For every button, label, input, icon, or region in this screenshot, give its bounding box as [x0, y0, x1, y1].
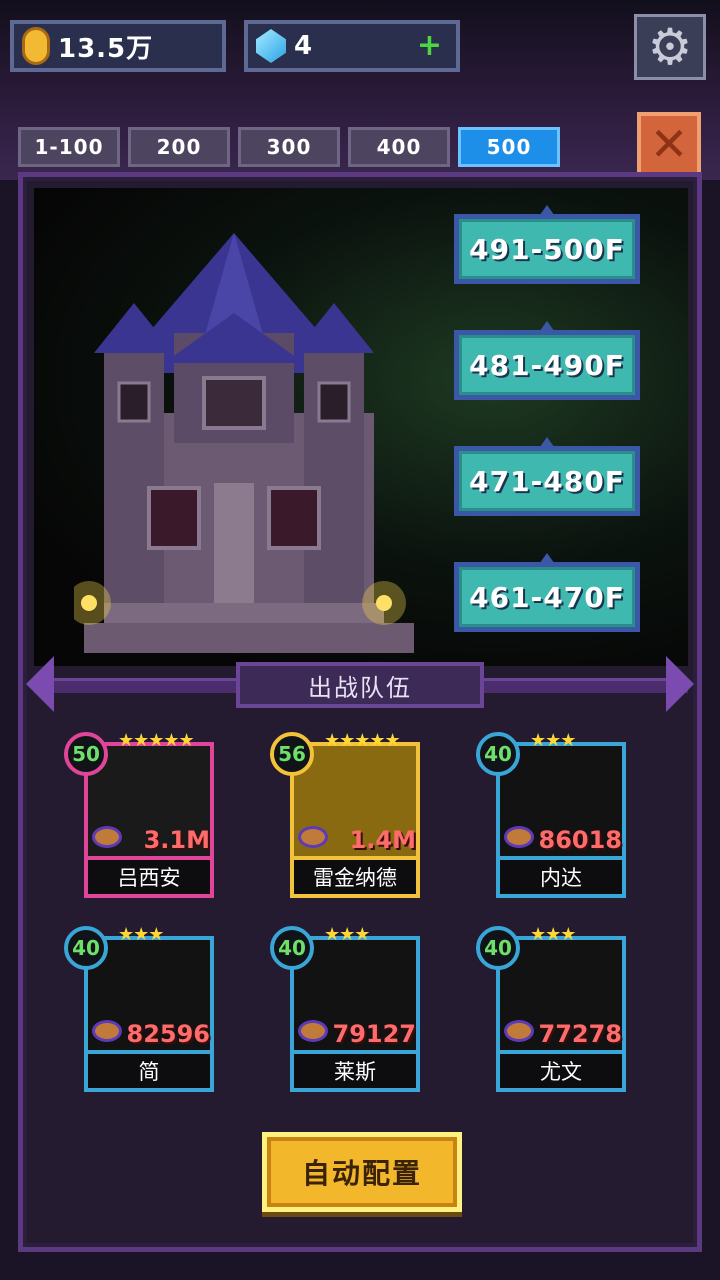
hero-card[interactable]: 莱斯 40 ★★★ 79127 — [266, 924, 426, 1098]
hero-name: 莱斯 — [290, 1054, 420, 1092]
tab-500[interactable]: 500 — [458, 127, 560, 167]
floor-button-461-470[interactable]: 461-470F — [454, 562, 640, 632]
hero-card[interactable]: 简 40 ★★★ 82596 — [60, 924, 220, 1098]
hero-name: 吕西安 — [84, 860, 214, 898]
haunted-mansion-illustration — [74, 233, 414, 653]
hero-star-rating: ★★★ — [530, 924, 576, 945]
hero-star-rating: ★★★★★ — [324, 730, 401, 751]
floor-button-471-480[interactable]: 471-480F — [454, 446, 640, 516]
hero-name: 雷金纳德 — [290, 860, 420, 898]
gold-amount: 13.5万 — [58, 33, 154, 64]
combat-power-icon — [504, 1020, 534, 1042]
floor-button-481-490[interactable]: 481-490F — [454, 330, 640, 400]
hero-level-badge: 40 — [270, 926, 314, 970]
hero-level-badge: 50 — [64, 732, 108, 776]
combat-power-icon — [92, 826, 122, 848]
hero-name: 内达 — [496, 860, 626, 898]
hero-combat-power: 3.1M — [143, 826, 210, 854]
hero-combat-power: 77278 — [538, 1020, 623, 1048]
gold-counter: 13.5万 — [10, 20, 226, 72]
combat-power-icon — [504, 826, 534, 848]
hero-level-badge: 40 — [476, 926, 520, 970]
hero-level-badge: 40 — [64, 926, 108, 970]
hero-card[interactable]: 内达 40 ★★★ 86018 — [472, 730, 632, 904]
floor-range-tabs: 1-100 200 300 400 500 — [18, 127, 560, 167]
team-section-title: 出战队伍 — [236, 662, 484, 708]
hero-star-rating: ★★★ — [530, 730, 576, 751]
hero-level-badge: 40 — [476, 732, 520, 776]
hero-card[interactable]: 雷金纳德 56 ★★★★★ 1.4M — [266, 730, 426, 904]
hero-card[interactable]: 吕西安 50 ★★★★★ 3.1M — [60, 730, 220, 904]
hero-name: 尤文 — [496, 1054, 626, 1092]
tab-300[interactable]: 300 — [238, 127, 340, 167]
tab-200[interactable]: 200 — [128, 127, 230, 167]
hero-star-rating: ★★★★★ — [118, 730, 195, 751]
hero-star-rating: ★★★ — [324, 924, 370, 945]
settings-gear-icon[interactable]: ⚙ — [634, 14, 706, 80]
gold-coin-icon — [22, 27, 50, 65]
gem-amount: 4 — [294, 31, 314, 61]
hero-combat-power: 86018 — [538, 826, 623, 854]
hero-combat-power: 79127 — [332, 1020, 417, 1048]
tab-400[interactable]: 400 — [348, 127, 450, 167]
hero-level-badge: 56 — [270, 732, 314, 776]
gem-counter: 4 + — [244, 20, 460, 72]
floor-button-491-500[interactable]: 491-500F — [454, 214, 640, 284]
auto-deploy-button[interactable]: 自动配置 — [262, 1132, 462, 1212]
combat-power-icon — [92, 1020, 122, 1042]
hero-name: 简 — [84, 1054, 214, 1092]
add-gems-button[interactable]: + — [417, 30, 442, 62]
close-icon[interactable]: ✕ — [637, 112, 701, 176]
hero-star-rating: ★★★ — [118, 924, 164, 945]
hero-combat-power: 82596 — [126, 1020, 211, 1048]
tab-1-100[interactable]: 1-100 — [18, 127, 120, 167]
hero-combat-power: 1.4M — [349, 826, 416, 854]
combat-power-icon — [298, 1020, 328, 1042]
blue-crystal-icon — [256, 29, 286, 63]
combat-power-icon — [298, 826, 328, 848]
hero-card[interactable]: 尤文 40 ★★★ 77278 — [472, 924, 632, 1098]
